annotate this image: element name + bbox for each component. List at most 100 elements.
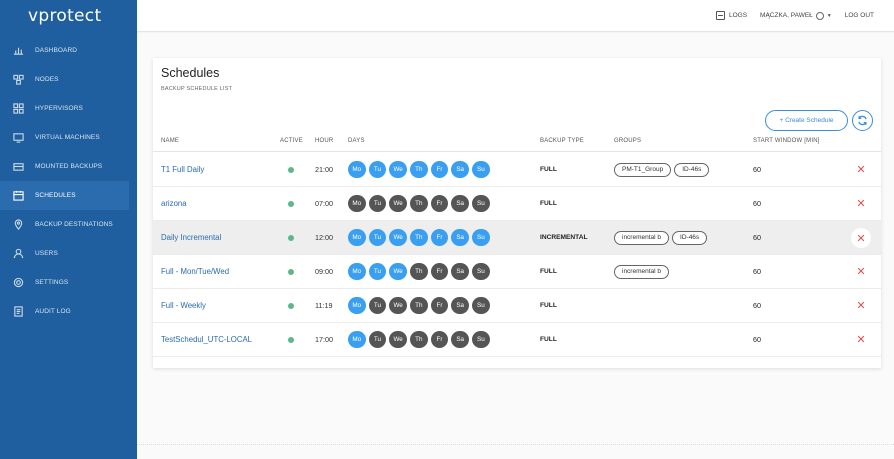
day-tu: Tu [368,296,387,315]
col-backup-type[interactable]: BACKUP TYPE [540,138,584,144]
schedule-name-link[interactable]: arizona [161,187,187,220]
day-th: Th [410,330,428,349]
sidebar-item-settings[interactable]: SETTINGS [0,268,137,297]
day-we: We [389,194,407,213]
sidebar-item-label: AUDIT LOG [35,308,71,315]
day-mo: Mo [348,262,366,281]
close-icon: ✕ [856,300,866,312]
start-window: 60 [753,301,761,310]
day-th: Th [410,296,428,315]
user-icon [815,11,824,20]
day-fr: Fr [430,330,449,349]
schedule-name-link[interactable]: TestSchedul_UTC-LOCAL [161,323,252,356]
days-selector: Mo Tu We Th Fr Sa Su [348,323,493,356]
app-logo[interactable]: vprotect [0,0,137,32]
day-su: Su [472,262,490,281]
schedule-hour: 17:00 [315,335,333,344]
divider [137,444,894,445]
user-menu[interactable]: MĄCZKA, PAWEŁ ▼ [760,11,832,20]
group-chip: ID-46s [672,230,708,245]
schedule-name-link[interactable]: Full - Weekly [161,289,206,322]
status-dot [288,200,294,207]
day-tu: Tu [368,228,387,247]
col-active[interactable]: ACTIVE [280,138,303,144]
schedule-name-link[interactable]: Daily Incremental [161,221,221,254]
day-fr: Fr [430,194,449,213]
start-window: 60 [753,267,761,276]
col-name[interactable]: NAME [161,138,179,144]
day-mo: Mo [348,330,366,349]
schedules-card: Schedules BACKUP SCHEDULE LIST + Create … [153,58,881,368]
sidebar-item-dashboard[interactable]: DASHBOARD [0,36,137,65]
day-tu: Tu [368,160,387,179]
sidebar-item-label: SCHEDULES [35,192,76,199]
col-hour[interactable]: HOUR [315,138,333,144]
day-tu: Tu [368,330,387,349]
day-fr: Fr [430,228,449,247]
backup-type: FULL [540,200,557,207]
group-chip: incremental b [614,264,670,279]
day-th: Th [410,160,428,179]
table-row: Full - Weekly 11:19 Mo Tu We Th Fr Sa Su FULL 60 ✕ [153,289,881,323]
delete-button[interactable]: ✕ [851,255,871,288]
refresh-button[interactable] [852,110,873,131]
user-icon [12,248,24,260]
sidebar-item-mounted-backups[interactable]: MOUNTED BACKUPS [0,152,137,181]
day-tu: Tu [368,194,387,213]
col-days: DAYS [348,138,365,144]
group-chip: PM-T1_Group [614,162,672,177]
day-fr: Fr [430,160,449,179]
days-selector: Mo Tu We Th Fr Sa Su [348,153,493,186]
page-subtitle: BACKUP SCHEDULE LIST [161,86,233,92]
day-su: Su [472,228,490,247]
sidebar-item-audit-log[interactable]: AUDIT LOG [0,297,137,326]
status-dot [288,234,294,241]
sidebar-item-nodes[interactable]: NODES [0,65,137,94]
sidebar-item-hypervisors[interactable]: HYPERVISORS [0,94,137,123]
day-mo: Mo [348,194,366,213]
audit-log-icon [12,306,24,318]
sidebar: vprotect DASHBOARD NODES HYPERVISORS VIRTUA… [0,0,137,459]
sidebar-item-label: SETTINGS [35,279,69,286]
backup-type: INCREMENTAL [540,234,588,241]
status-dot [288,166,294,173]
day-mo: Mo [348,228,366,247]
sidebar-item-backup-destinations[interactable]: BACKUP DESTINATIONS [0,210,137,239]
schedule-name-link[interactable]: T1 Full Daily [161,153,204,186]
nodes-icon [12,74,24,86]
delete-button[interactable]: ✕ [851,323,871,356]
delete-button[interactable]: ✕ [851,289,871,322]
logs-link[interactable]: LOGS [715,11,747,20]
day-su: Su [472,330,490,349]
delete-button[interactable]: ✕ [851,187,871,220]
delete-button[interactable]: ✕ [851,153,871,186]
group-chip: incremental b [614,230,670,245]
day-su: Su [472,296,490,315]
day-su: Su [472,194,490,213]
delete-button[interactable]: ✕ [851,228,871,248]
sidebar-item-label: USERS [35,250,58,257]
close-icon: ✕ [856,232,866,245]
day-th: Th [410,262,428,281]
schedule-hour: 21:00 [315,165,333,174]
table-row: Full - Mon/Tue/Wed 09:00 Mo Tu We Th Fr Sa Su FUL… [153,255,881,289]
sidebar-item-virtual-machines[interactable]: VIRTUAL MACHINES [0,123,137,152]
status-dot [288,268,294,275]
day-sa: Sa [451,228,469,247]
user-name: MĄCZKA, PAWEŁ [760,12,813,19]
day-tu: Tu [368,262,387,281]
day-sa: Sa [451,194,469,213]
sidebar-item-label: DASHBOARD [35,47,78,54]
mounted-backups-icon [12,161,24,173]
day-we: We [389,330,407,349]
create-schedule-button[interactable]: + Create Schedule [765,110,848,131]
start-window: 60 [753,165,761,174]
active-indicator [288,255,294,288]
logout-link[interactable]: LOG OUT [845,12,874,19]
sidebar-item-users[interactable]: USERS [0,239,137,268]
day-we: We [389,296,407,315]
col-start-window[interactable]: START WINDOW [MIN] [753,138,820,144]
sidebar-item-schedules[interactable]: SCHEDULES [0,181,129,210]
sidebar-item-label: NODES [35,76,59,83]
schedule-name-link[interactable]: Full - Mon/Tue/Wed [161,255,229,288]
